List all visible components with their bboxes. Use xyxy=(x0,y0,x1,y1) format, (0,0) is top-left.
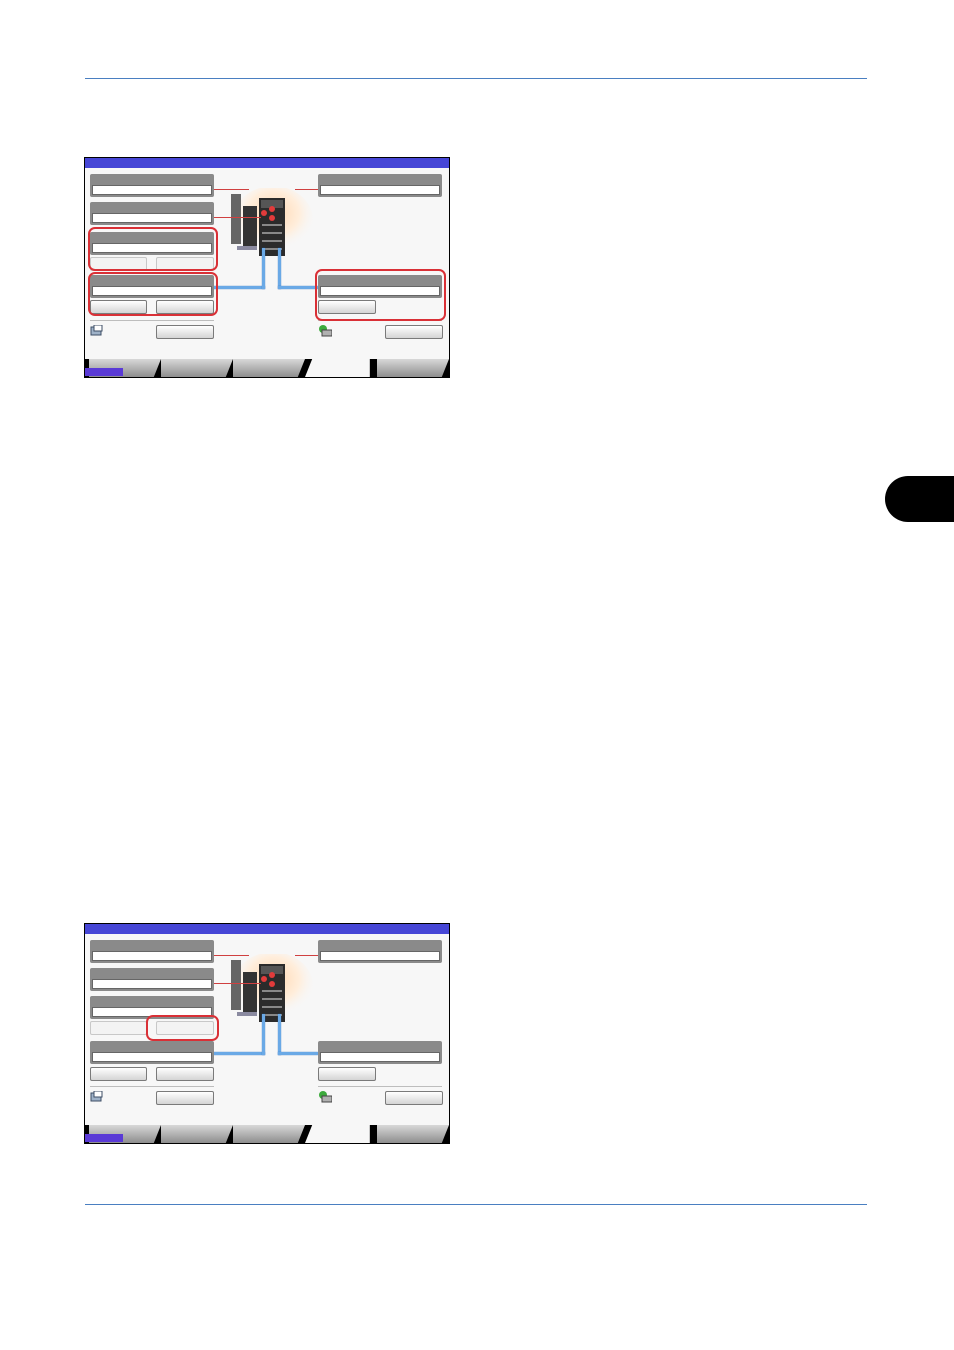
tab-5[interactable] xyxy=(377,1125,449,1143)
status-button-right[interactable] xyxy=(385,1091,443,1105)
output-status-field xyxy=(318,940,442,963)
tab-4[interactable] xyxy=(305,359,370,377)
paper-status-field-2 xyxy=(90,202,214,225)
divider xyxy=(318,1086,442,1087)
printer-illustration xyxy=(231,188,313,256)
paper-source-left-lower-group xyxy=(88,272,218,316)
paper-button[interactable] xyxy=(90,1067,147,1081)
status-button-left[interactable] xyxy=(156,1091,214,1105)
tab-3[interactable] xyxy=(233,359,305,377)
screen-body xyxy=(85,168,449,377)
printer-illustration xyxy=(231,954,313,1022)
footer-rule xyxy=(85,1204,867,1205)
mp-tray-field xyxy=(318,1041,442,1064)
divider xyxy=(90,1086,214,1087)
header-rule xyxy=(85,78,867,79)
connector-line xyxy=(278,286,318,289)
paper-source-right-group xyxy=(315,269,446,321)
output-status-field xyxy=(318,174,442,197)
connector-line xyxy=(278,248,281,289)
screen-body xyxy=(85,934,449,1143)
status-button-left[interactable] xyxy=(156,325,214,339)
status-indicator xyxy=(85,1134,123,1142)
paper-status-field-1 xyxy=(90,940,214,963)
status-indicator xyxy=(85,368,123,376)
document-icon xyxy=(90,325,103,336)
connector-line xyxy=(262,248,265,289)
connector-line xyxy=(262,1014,265,1055)
divider xyxy=(90,320,214,321)
paper-button[interactable] xyxy=(156,1067,214,1081)
callout-line xyxy=(209,955,249,956)
callout-line xyxy=(209,189,249,190)
callout-line xyxy=(295,955,319,956)
panel-screenshot-2 xyxy=(84,923,450,1144)
mp-tray-button[interactable] xyxy=(318,1067,376,1081)
paper-source-left-group xyxy=(88,227,218,271)
paper-status-field-2 xyxy=(90,968,214,991)
callout-line xyxy=(295,189,319,190)
tab-2[interactable] xyxy=(161,359,233,377)
tab-5[interactable] xyxy=(377,359,449,377)
tab-4[interactable] xyxy=(305,1125,370,1143)
globe-printer-icon xyxy=(319,1091,332,1103)
title-bar xyxy=(85,924,449,934)
paper-button[interactable] xyxy=(90,1021,147,1035)
connector-line xyxy=(278,1052,318,1055)
callout-line xyxy=(209,217,261,218)
document-icon xyxy=(90,1091,103,1102)
panel-screenshot-1 xyxy=(84,157,450,378)
status-button-right[interactable] xyxy=(385,325,443,339)
callout-line xyxy=(209,983,261,984)
title-bar xyxy=(85,158,449,168)
paper-status-field-1 xyxy=(90,174,214,197)
paper-status-field-4 xyxy=(90,1041,214,1064)
tab-3[interactable] xyxy=(233,1125,305,1143)
connector-line xyxy=(278,1014,281,1055)
mp-tray-button-right xyxy=(146,1015,219,1041)
connector-line xyxy=(209,1052,265,1055)
chapter-tab-marker xyxy=(885,476,954,522)
tab-2[interactable] xyxy=(161,1125,233,1143)
globe-printer-icon xyxy=(319,325,332,337)
